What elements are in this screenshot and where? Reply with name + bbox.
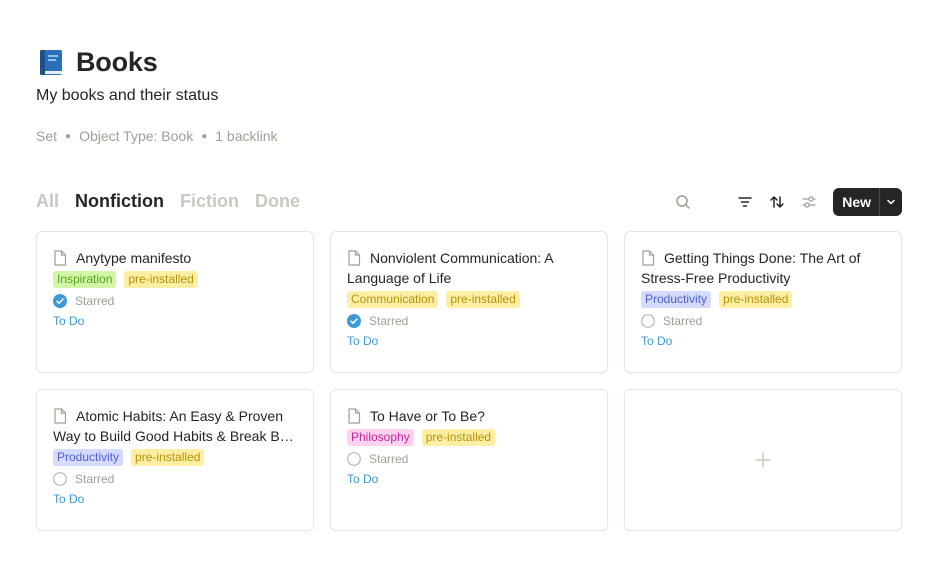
unchecked-checkbox-icon[interactable] bbox=[347, 452, 361, 466]
starred-label: Starred bbox=[75, 294, 115, 308]
card-title: Getting Things Done: The Art of Stress-F… bbox=[641, 248, 885, 288]
card-title-text: Anytype manifesto bbox=[76, 250, 192, 266]
meta-object-type[interactable]: Object Type: Book bbox=[79, 128, 193, 144]
tag: Philosophy bbox=[347, 429, 414, 446]
tag: Productivity bbox=[53, 449, 124, 466]
book-card[interactable]: Atomic Habits: An Easy & Proven Way to B… bbox=[36, 389, 314, 531]
card-tags: Communication pre-installed bbox=[347, 291, 591, 308]
tag: pre-installed bbox=[719, 291, 793, 308]
meta-separator: ● bbox=[65, 130, 72, 142]
book-card[interactable]: To Have or To Be? Philosophy pre-install… bbox=[330, 389, 608, 531]
tag: pre-installed bbox=[131, 449, 205, 466]
book-card[interactable]: Nonviolent Communication: A Language of … bbox=[330, 231, 608, 373]
meta-separator: ● bbox=[201, 130, 208, 142]
card-title-text: To Have or To Be? bbox=[370, 408, 485, 424]
document-icon bbox=[54, 250, 67, 266]
new-button-group: New bbox=[833, 188, 902, 216]
starred-label: Starred bbox=[369, 314, 409, 328]
tab-nonfiction[interactable]: Nonfiction bbox=[75, 191, 164, 212]
status-value: To Do bbox=[641, 334, 673, 348]
new-button[interactable]: New bbox=[833, 188, 880, 216]
plus-icon bbox=[755, 452, 771, 468]
starred-field: Starred bbox=[53, 472, 297, 486]
starred-label: Starred bbox=[75, 472, 115, 486]
card-title-text: Getting Things Done: The Art of Stress-F… bbox=[641, 250, 861, 286]
view-tabs: All Nonfiction Fiction Done bbox=[36, 191, 316, 212]
chevron-down-icon[interactable] bbox=[880, 188, 902, 216]
settings-sliders-icon[interactable] bbox=[795, 188, 823, 216]
page-title: Books bbox=[76, 46, 158, 77]
document-icon bbox=[54, 408, 67, 424]
meta-set[interactable]: Set bbox=[36, 128, 57, 144]
card-title-text: Atomic Habits: An Easy & Proven Way to B… bbox=[53, 408, 296, 444]
sort-icon[interactable] bbox=[763, 188, 791, 216]
starred-field: Starred bbox=[347, 314, 591, 328]
filter-icon[interactable] bbox=[731, 188, 759, 216]
card-title-text: Nonviolent Communication: A Language of … bbox=[347, 250, 553, 286]
document-icon bbox=[348, 408, 361, 424]
status-value: To Do bbox=[347, 472, 379, 486]
tag: pre-installed bbox=[124, 271, 198, 288]
search-icon[interactable] bbox=[669, 188, 697, 216]
tag: Productivity bbox=[641, 291, 712, 308]
status-value: To Do bbox=[53, 314, 85, 328]
card-tags: Inspiration pre-installed bbox=[53, 271, 297, 288]
tag: pre-installed bbox=[421, 429, 496, 446]
card-title: Anytype manifesto bbox=[53, 248, 297, 268]
card-title: Nonviolent Communication: A Language of … bbox=[347, 248, 591, 288]
document-icon bbox=[642, 250, 655, 266]
meta-backlinks[interactable]: 1 backlink bbox=[215, 128, 277, 144]
tag: Communication bbox=[347, 291, 439, 308]
book-card[interactable]: Getting Things Done: The Art of Stress-F… bbox=[624, 231, 902, 373]
tab-done[interactable]: Done bbox=[255, 191, 300, 212]
starred-field: Starred bbox=[53, 294, 297, 308]
unchecked-checkbox-icon[interactable] bbox=[53, 472, 67, 486]
status-value: To Do bbox=[347, 334, 379, 348]
view-controls: New bbox=[669, 188, 902, 216]
card-tags: Philosophy pre-installed bbox=[347, 429, 591, 446]
unchecked-checkbox-icon[interactable] bbox=[641, 314, 655, 328]
starred-field: Starred bbox=[347, 452, 591, 466]
checked-checkbox-icon[interactable] bbox=[53, 294, 67, 308]
starred-label: Starred bbox=[369, 452, 409, 466]
tag: Inspiration bbox=[53, 271, 117, 288]
book-card[interactable]: Anytype manifesto Inspiration pre-instal… bbox=[36, 231, 314, 373]
page-meta: Set ● Object Type: Book ● 1 backlink bbox=[36, 128, 278, 144]
blue-book-icon bbox=[40, 50, 62, 75]
card-title: Atomic Habits: An Easy & Proven Way to B… bbox=[53, 406, 297, 446]
card-tags: Productivity pre-installed bbox=[53, 449, 297, 466]
card-title: To Have or To Be? bbox=[347, 406, 591, 426]
page-description: My books and their status bbox=[36, 87, 219, 104]
add-card-button[interactable] bbox=[624, 389, 902, 531]
tab-all[interactable]: All bbox=[36, 191, 59, 212]
page-header: Books bbox=[36, 44, 158, 80]
status-value: To Do bbox=[53, 492, 85, 506]
starred-label: Starred bbox=[663, 314, 703, 328]
checked-checkbox-icon[interactable] bbox=[347, 314, 361, 328]
starred-field: Starred bbox=[641, 314, 885, 328]
tag: pre-installed bbox=[446, 291, 520, 308]
tab-fiction[interactable]: Fiction bbox=[180, 191, 239, 212]
card-tags: Productivity pre-installed bbox=[641, 291, 885, 308]
document-icon bbox=[348, 250, 361, 266]
